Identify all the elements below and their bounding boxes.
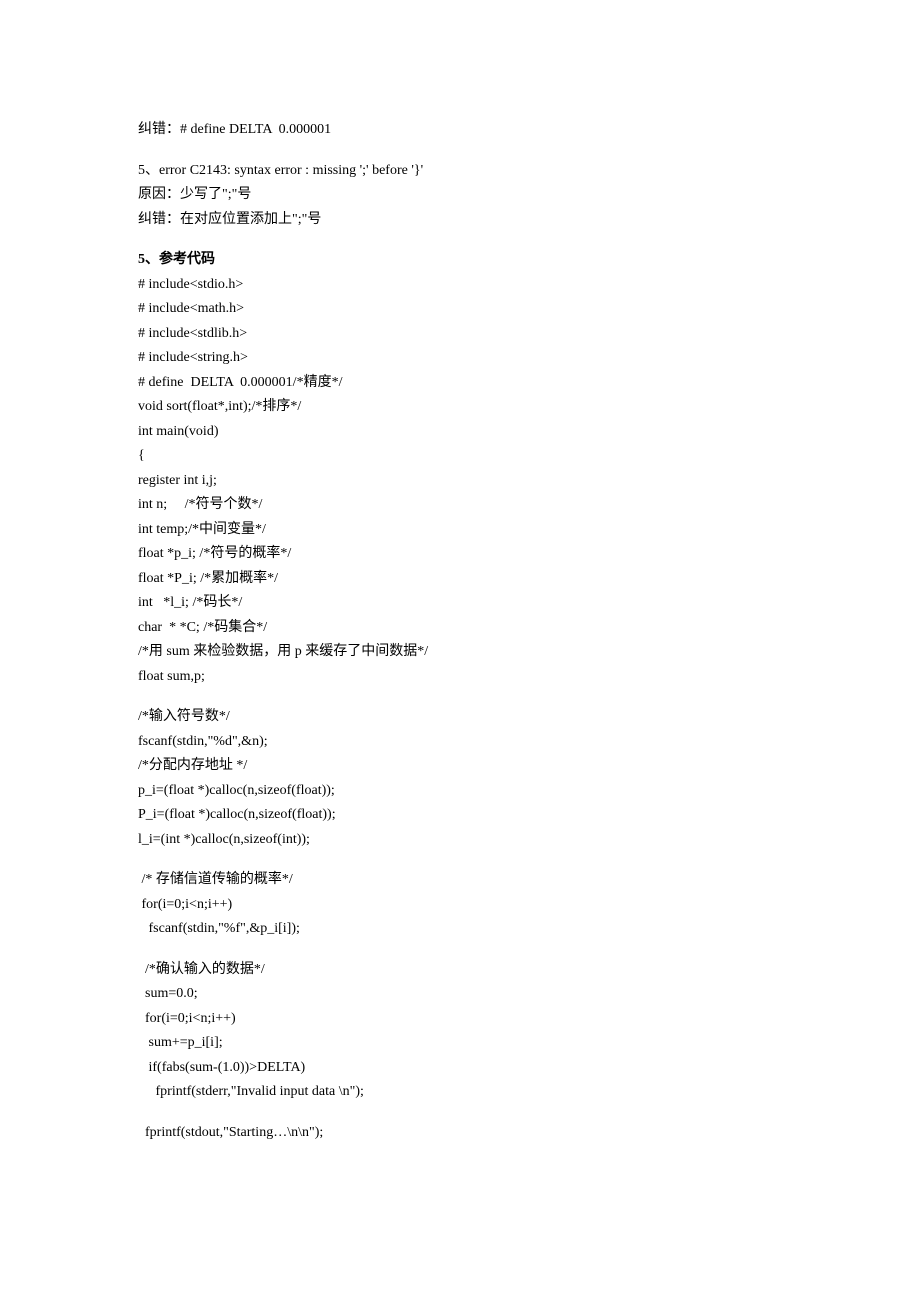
code-block-1: # include<stdio.h> # include<math.h> # i…	[138, 273, 782, 690]
code-block-4: /*确认输入的数据*/ sum=0.0; for(i=0;i<n;i++) su…	[138, 958, 782, 1105]
error-line-1: 5、error C2143: syntax error : missing ';…	[138, 163, 423, 178]
code-block-3: /* 存储信道传输的概率*/ for(i=0;i<n;i++) fscanf(s…	[138, 868, 782, 942]
error-line-2: 原因：少写了";"号	[138, 187, 251, 202]
error-block: 5、error C2143: syntax error : missing ';…	[138, 159, 782, 233]
document-page: 纠错：# define DELTA 0.000001 5、error C2143…	[0, 0, 920, 1302]
code-block-2: /*输入符号数*/ fscanf(stdin,"%d",&n); /*分配内存地…	[138, 705, 782, 852]
error-line-3: 纠错：在对应位置添加上";"号	[138, 212, 321, 227]
code-block-5: fprintf(stdout,"Starting…\n\n");	[138, 1121, 782, 1146]
correction-line-1: 纠错：# define DELTA 0.000001	[138, 118, 782, 143]
section-heading: 5、参考代码	[138, 248, 782, 273]
